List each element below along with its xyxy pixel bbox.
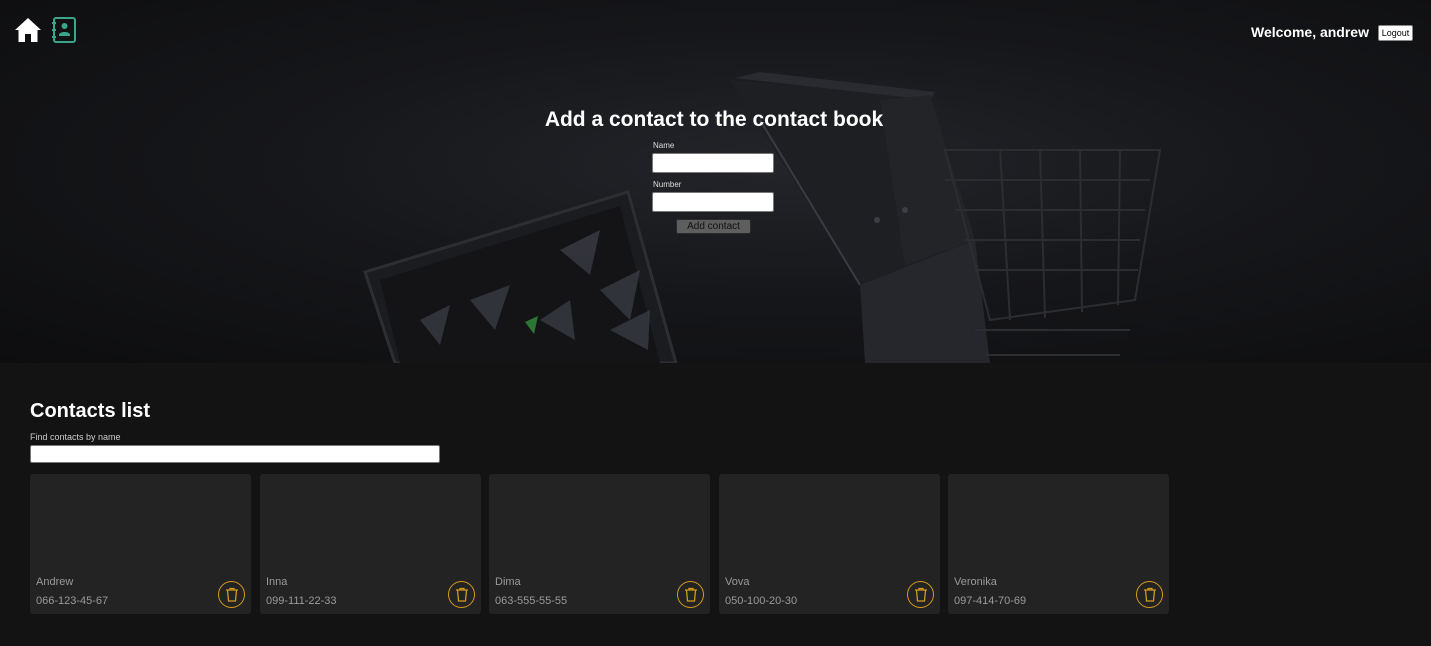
contact-card: Andrew 066-123-45-67 — [30, 474, 251, 614]
name-input[interactable] — [652, 153, 774, 173]
contact-card: Dima 063-555-55-55 — [489, 474, 710, 614]
delete-contact-button[interactable] — [1136, 581, 1163, 608]
filter-label: Find contacts by name — [30, 432, 121, 442]
number-label: Number — [653, 180, 682, 189]
delete-contact-button[interactable] — [907, 581, 934, 608]
delete-contact-button[interactable] — [677, 581, 704, 608]
hero-section: Welcome, andrew Logout Add a contact to … — [0, 0, 1431, 363]
contact-number: 063-555-55-55 — [495, 595, 568, 607]
home-icon[interactable] — [14, 16, 42, 44]
contact-number: 050-100-20-30 — [725, 595, 798, 607]
contact-name: Andrew — [36, 576, 74, 588]
contacts-title: Contacts list — [30, 400, 151, 422]
contact-card: Inna 099-111-22-33 — [260, 474, 481, 614]
trash-icon — [225, 587, 238, 602]
filter-input[interactable] — [30, 445, 440, 463]
trash-icon — [1143, 587, 1156, 602]
delete-contact-button[interactable] — [218, 581, 245, 608]
contact-number: 066-123-45-67 — [36, 595, 109, 607]
number-input[interactable] — [652, 192, 774, 212]
contact-card: Vova 050-100-20-30 — [719, 474, 940, 614]
delete-contact-button[interactable] — [448, 581, 475, 608]
contact-name: Vova — [725, 576, 750, 588]
header: Welcome, andrew Logout — [0, 0, 1431, 64]
contact-card: Veronika 097-414-70-69 — [948, 474, 1169, 614]
logout-button[interactable]: Logout — [1378, 25, 1413, 41]
welcome-text: Welcome, andrew — [1250, 24, 1369, 40]
contact-book-icon[interactable] — [52, 17, 77, 43]
add-contact-button[interactable]: Add contact — [676, 219, 751, 234]
contact-name: Dima — [495, 576, 521, 588]
contact-number: 099-111-22-33 — [266, 595, 337, 607]
trash-icon — [684, 587, 697, 602]
contact-name: Inna — [266, 576, 288, 588]
name-label: Name — [653, 141, 675, 150]
trash-icon — [455, 587, 468, 602]
contact-number: 097-414-70-69 — [954, 595, 1027, 607]
form-title: Add a contact to the contact book — [544, 108, 884, 131]
contact-name: Veronika — [954, 576, 997, 588]
trash-icon — [914, 587, 927, 602]
